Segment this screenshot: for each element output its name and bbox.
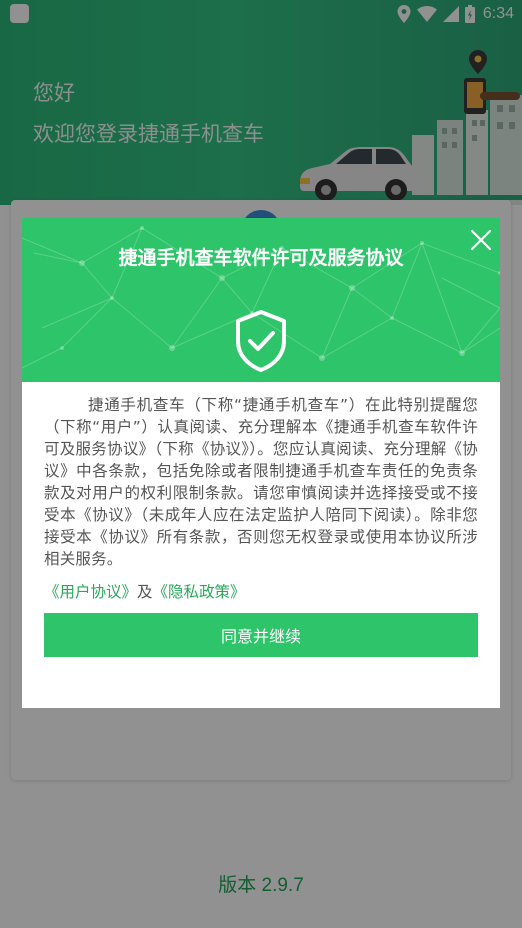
agree-continue-button[interactable]: 同意并继续 — [44, 613, 478, 657]
policy-links-row: 《用户协议》及《隐私政策》 — [44, 580, 246, 602]
dialog-header: 捷通手机查车软件许可及服务协议 — [22, 218, 500, 382]
close-icon[interactable] — [467, 226, 495, 254]
shield-check-icon — [236, 310, 286, 372]
privacy-policy-link[interactable]: 《隐私政策》 — [153, 583, 246, 601]
license-agreement-dialog: 捷通手机查车软件许可及服务协议 捷通手机查车（下称“捷通手机查车”）在此特别提醒… — [22, 218, 500, 708]
agreement-body-text: 捷通手机查车（下称“捷通手机查车”）在此特别提醒您（下称“用户”）认真阅读、充分… — [44, 396, 478, 568]
and-text: 及 — [137, 583, 153, 601]
user-agreement-link[interactable]: 《用户协议》 — [44, 583, 137, 601]
dialog-title: 捷通手机查车软件许可及服务协议 — [118, 247, 404, 269]
